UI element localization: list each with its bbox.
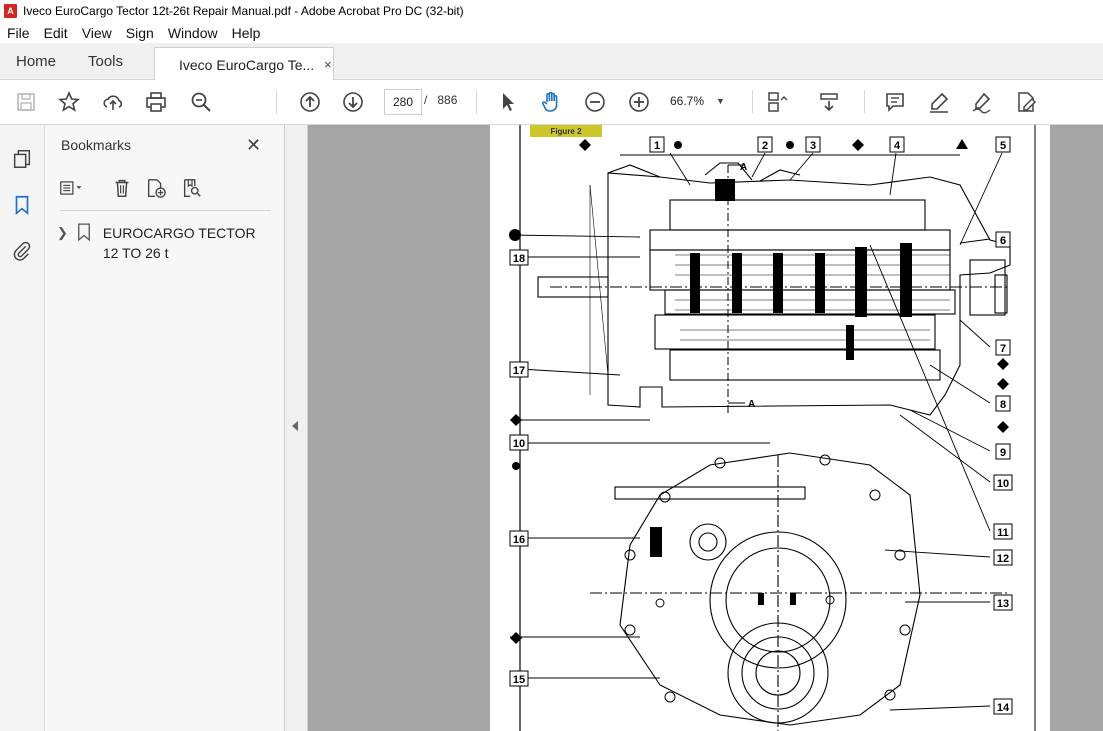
page-fit-icon[interactable]	[763, 88, 791, 116]
pdf-page: Figure 2 A A 1 2 3 4 5 6 7 8 9 10 10 11 …	[490, 125, 1050, 731]
new-bookmark-icon[interactable]	[143, 175, 169, 201]
page-total: / 886	[424, 93, 458, 107]
callout-label: 15	[513, 674, 525, 686]
callout-label: 9	[1000, 447, 1006, 459]
select-cursor-icon[interactable]	[494, 88, 522, 116]
callout-label: 18	[513, 253, 525, 265]
chevron-right-icon[interactable]: ❯	[57, 225, 71, 263]
zoom-select[interactable]: 66.7% ▼	[670, 89, 740, 113]
attachment-icon[interactable]	[10, 239, 34, 263]
toolbar-separator	[864, 90, 865, 114]
menu-sign[interactable]: Sign	[119, 25, 161, 41]
callout-label: 14	[997, 702, 1010, 714]
acrobat-icon: A	[4, 4, 17, 18]
panel-divider	[60, 210, 271, 211]
zoom-value: 66.7%	[670, 94, 705, 108]
title-bar: A Iveco EuroCargo Tector 12t-26t Repair …	[0, 0, 1103, 23]
pages-icon[interactable]	[10, 147, 34, 171]
callout-label: 4	[894, 140, 901, 152]
toolbar-separator	[752, 90, 753, 114]
tab-home[interactable]: Home	[16, 43, 56, 79]
star-icon[interactable]	[55, 88, 83, 116]
panel-collapse-strip[interactable]	[285, 125, 308, 731]
gearbox-drawing: A A 1 2 3 4 5 6 7 8 9 10 10 11 12 13 14 …	[509, 125, 1036, 731]
bookmark-icon[interactable]	[10, 193, 34, 217]
tab-tools[interactable]: Tools	[88, 43, 123, 79]
section-marker-a: A	[740, 162, 747, 173]
menu-window[interactable]: Window	[161, 25, 225, 41]
hand-tool-icon[interactable]	[537, 88, 565, 116]
window-title: Iveco EuroCargo Tector 12t-26t Repair Ma…	[23, 4, 464, 18]
callout-label: 6	[1000, 235, 1006, 247]
find-bookmark-icon[interactable]	[179, 175, 205, 201]
options-menu-icon[interactable]	[59, 175, 85, 201]
callout-label: 8	[1000, 399, 1006, 411]
callout-label: 7	[1000, 343, 1006, 355]
left-rail	[0, 125, 45, 731]
save-icon[interactable]	[12, 88, 40, 116]
menu-edit[interactable]: Edit	[37, 25, 75, 41]
zoom-out-icon[interactable]	[581, 88, 609, 116]
edit-pdf-icon[interactable]	[1012, 88, 1040, 116]
upload-icon[interactable]	[99, 88, 127, 116]
collapse-arrow-icon[interactable]	[292, 421, 298, 431]
bookmark-item-label: EUROCARGO TECTOR 12 TO 26 t	[102, 225, 256, 261]
page-down-icon[interactable]	[339, 88, 367, 116]
tab-document[interactable]: Iveco EuroCargo Te... ×	[154, 47, 334, 81]
callout-label: 10	[997, 478, 1009, 490]
callout-label: 17	[513, 365, 525, 377]
bookmark-item[interactable]: ❯ EUROCARGO TECTOR 12 TO 26 t	[57, 223, 272, 263]
callout-label: 11	[997, 527, 1009, 539]
callout-label: 16	[513, 534, 525, 546]
document-viewport[interactable]: Figure 2 A A 1 2 3 4 5 6 7 8 9 10 10 11 …	[308, 125, 1103, 731]
bookmarks-panel: Bookmarks ✕ ❯ EUROCARGO TECTOR 12 TO 26 …	[45, 125, 285, 731]
panel-title: Bookmarks	[61, 137, 132, 153]
page-up-icon[interactable]	[296, 88, 324, 116]
print-icon[interactable]	[142, 88, 170, 116]
close-icon[interactable]: ✕	[246, 135, 261, 156]
scroll-mode-icon[interactable]	[815, 88, 843, 116]
callout-label: 1	[654, 140, 660, 152]
menu-bar: File Edit View Sign Window Help	[0, 22, 1103, 43]
page-number-input[interactable]: 280	[384, 89, 422, 115]
delete-icon[interactable]	[109, 175, 135, 201]
bookmark-item-icon	[77, 223, 95, 263]
toolbar-separator	[276, 90, 277, 114]
chevron-down-icon: ▼	[716, 96, 725, 106]
tab-close-icon[interactable]: ×	[324, 57, 332, 72]
comment-icon[interactable]	[881, 88, 909, 116]
menu-file[interactable]: File	[0, 25, 37, 41]
callout-label: 12	[997, 553, 1009, 565]
callout-label: 10	[513, 438, 525, 450]
zoom-search-icon[interactable]	[187, 88, 215, 116]
callout-label: 13	[997, 598, 1009, 610]
section-marker-a: A	[748, 399, 755, 410]
tab-document-label: Iveco EuroCargo Te...	[179, 56, 315, 73]
menu-help[interactable]: Help	[225, 25, 268, 41]
menu-view[interactable]: View	[75, 25, 119, 41]
zoom-in-icon[interactable]	[625, 88, 653, 116]
highlight-icon[interactable]	[925, 88, 953, 116]
toolbar-separator	[476, 90, 477, 114]
callout-label: 5	[1000, 140, 1006, 152]
sign-icon[interactable]	[968, 88, 996, 116]
callout-label: 3	[810, 140, 816, 152]
callout-label: 2	[762, 140, 768, 152]
tab-bar: Home Tools Iveco EuroCargo Te... ×	[0, 43, 1103, 81]
